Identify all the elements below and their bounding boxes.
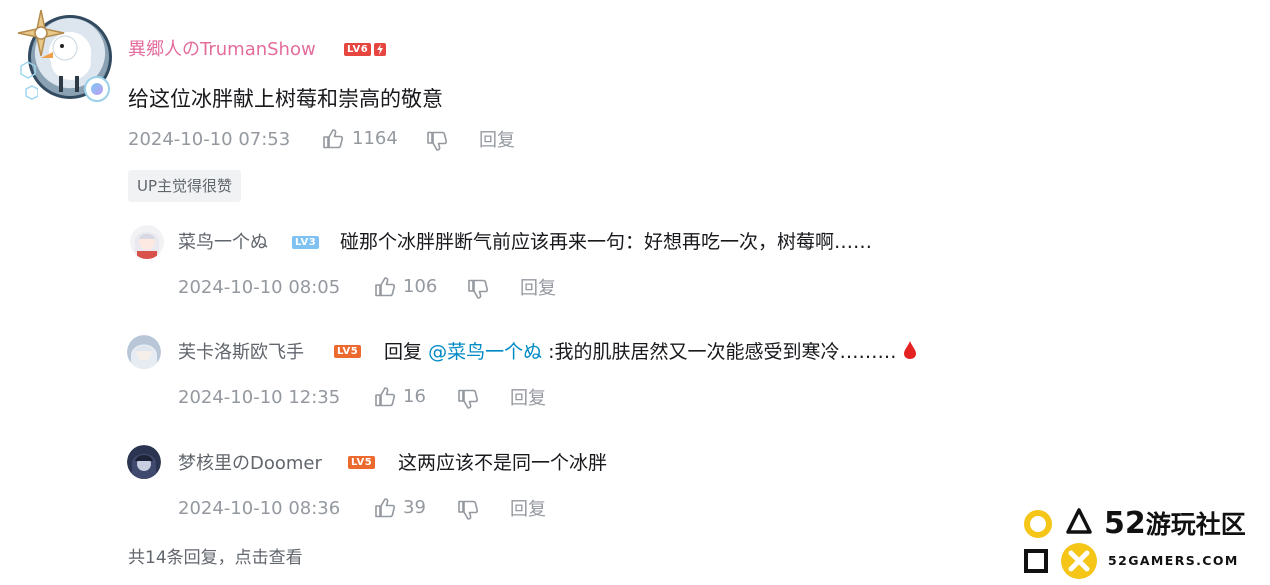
watermark-number: 52 [1104, 506, 1146, 541]
up-liked-tag: UP主觉得很赞 [128, 170, 242, 202]
dislike-icon[interactable] [457, 388, 479, 410]
avatar-frame-star-icon [17, 9, 65, 57]
reply-button[interactable]: 回复 [510, 498, 546, 522]
mention-link[interactable]: @菜鸟一个ぬ [428, 341, 542, 363]
level-badge: LV5 [348, 456, 376, 469]
reply-avatar[interactable] [130, 225, 164, 259]
reply-avatar[interactable] [127, 445, 161, 479]
reply-username[interactable]: 芙卡洛斯欧飞手 [178, 341, 304, 365]
like-icon[interactable] [374, 276, 396, 298]
reply-date: 2024-10-10 08:05 [178, 277, 341, 298]
like-count: 16 [403, 386, 426, 407]
level-badge: LV3 [292, 236, 320, 249]
reply-username[interactable]: 梦核里のDoomer [178, 452, 322, 476]
reply-avatar[interactable] [127, 335, 161, 369]
dislike-icon[interactable] [467, 278, 489, 300]
reply-username[interactable]: 菜鸟一个ぬ [178, 231, 268, 255]
reply-button[interactable]: 回复 [520, 277, 556, 301]
like-icon[interactable] [374, 386, 396, 408]
level-badge: LV5 [334, 345, 362, 358]
reply-text-line: 回复 @菜鸟一个ぬ :我的肌肤居然又一次能感受到寒冷……… [384, 339, 917, 365]
52gamers-logo-icon [1024, 508, 1097, 579]
view-more-replies[interactable]: 共14条回复，点击查看 [128, 543, 303, 568]
like-icon[interactable] [374, 497, 396, 519]
dislike-icon[interactable] [426, 130, 448, 152]
reply-date: 2024-10-10 08:36 [178, 498, 341, 519]
reply-button[interactable]: 回复 [479, 129, 515, 153]
level-badge: LV6 [344, 43, 372, 56]
like-icon[interactable] [322, 128, 344, 150]
watermark-name: 游玩社区 [1145, 510, 1246, 539]
watermark-logo-text: 52游玩社区 [1104, 504, 1246, 545]
like-count: 39 [403, 497, 426, 518]
like-count: 1164 [352, 128, 398, 149]
comment-date: 2024-10-10 07:53 [128, 129, 291, 150]
reply-text: 碰那个冰胖胖断气前应该再来一句：好想再吃一次，树莓啊…… [340, 231, 873, 253]
comment-username[interactable]: 異郷人のTrumanShow [128, 38, 316, 62]
reply-text: 这两应该不是同一个冰胖 [398, 452, 608, 474]
avatar-frame-hex-icon [20, 61, 38, 100]
blood-drop-icon [903, 341, 916, 359]
reply-date: 2024-10-10 12:35 [178, 387, 341, 408]
reply-button[interactable]: 回复 [510, 387, 546, 411]
reply-prefix: 回复 [384, 341, 423, 363]
dislike-icon[interactable] [457, 499, 479, 521]
reply-text: :我的肌肤居然又一次能感受到寒冷……… [548, 341, 897, 363]
like-count: 106 [403, 276, 438, 297]
lightning-icon [374, 43, 386, 56]
verified-badge-icon [84, 76, 110, 102]
comment-text: 给这位冰胖献上树莓和崇高的敬意 [128, 87, 443, 111]
watermark-domain: 52GAMERS.COM [1108, 553, 1239, 568]
